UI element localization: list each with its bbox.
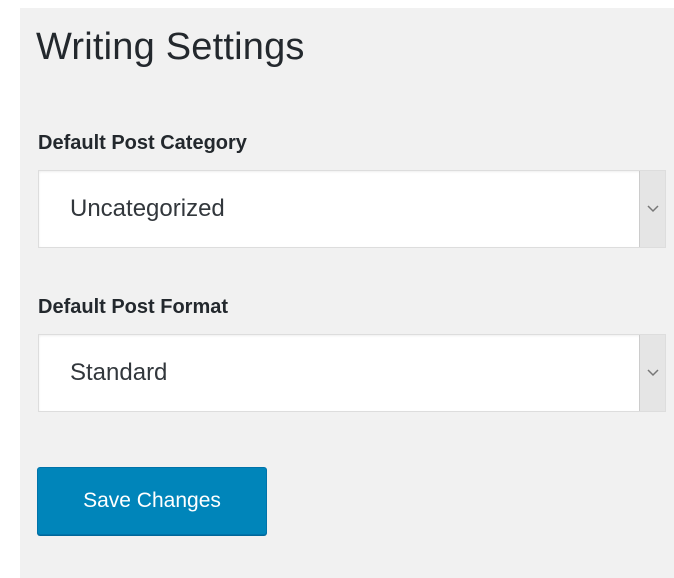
default-post-format-select[interactable]: Standard [38,334,666,412]
default-post-category-select[interactable]: Uncategorized [38,170,666,248]
page-title: Writing Settings [36,26,305,68]
default-post-category-value: Uncategorized [70,195,225,222]
chevron-down-icon[interactable] [639,335,665,411]
save-changes-button[interactable]: Save Changes [37,467,267,535]
chevron-down-icon[interactable] [639,171,665,247]
settings-panel: Writing Settings Default Post Category U… [20,8,674,578]
default-post-format-value: Standard [70,359,168,386]
default-post-category-label: Default Post Category [38,132,247,154]
default-post-format-label: Default Post Format [38,296,229,318]
